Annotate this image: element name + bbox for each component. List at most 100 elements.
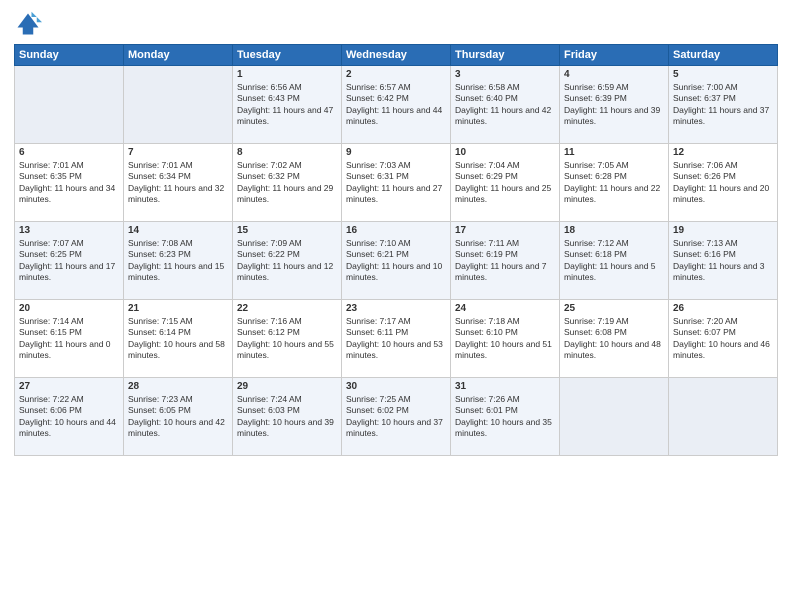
day-number: 20 — [19, 303, 119, 314]
day-number: 14 — [128, 225, 228, 236]
calendar-cell: 6 Sunrise: 7:01 AM Sunset: 6:35 PM Daylig… — [15, 144, 124, 222]
page: SundayMondayTuesdayWednesdayThursdayFrid… — [0, 0, 792, 612]
day-detail: Sunrise: 7:06 AM Sunset: 6:26 PM Dayligh… — [673, 160, 773, 206]
calendar-cell: 24 Sunrise: 7:18 AM Sunset: 6:10 PM Dayli… — [451, 300, 560, 378]
day-detail: Sunrise: 7:01 AM Sunset: 6:35 PM Dayligh… — [19, 160, 119, 206]
calendar-cell: 21 Sunrise: 7:15 AM Sunset: 6:14 PM Dayli… — [124, 300, 233, 378]
day-detail: Sunrise: 7:18 AM Sunset: 6:10 PM Dayligh… — [455, 316, 555, 362]
calendar-cell: 7Sunrise: 7:01 AM Sunset: 6:34 PM Daylig… — [124, 144, 233, 222]
day-number: 8 — [237, 147, 337, 158]
day-detail: Sunrise: 7:11 AM Sunset: 6:19 PM Dayligh… — [455, 238, 555, 284]
day-number: 30 — [346, 381, 446, 392]
day-number: 11 — [564, 147, 664, 158]
day-number: 25 — [564, 303, 664, 314]
day-detail: Sunrise: 7:04 AM Sunset: 6:29 PM Dayligh… — [455, 160, 555, 206]
day-detail: Sunrise: 7:12 AM Sunset: 6:18 PM Dayligh… — [564, 238, 664, 284]
calendar-cell: 10 Sunrise: 7:04 AM Sunset: 6:29 PM Dayli… — [451, 144, 560, 222]
week-row-1: 1 Sunrise: 6:56 AM Sunset: 6:43 PM Daylig… — [15, 66, 778, 144]
day-detail: Sunrise: 7:24 AM Sunset: 6:03 PM Dayligh… — [237, 394, 337, 440]
day-number: 27 — [19, 381, 119, 392]
weekday-tuesday: Tuesday — [233, 45, 342, 66]
calendar-cell: 23 Sunrise: 7:17 AM Sunset: 6:11 PM Dayli… — [342, 300, 451, 378]
day-detail: Sunrise: 7:17 AM Sunset: 6:11 PM Dayligh… — [346, 316, 446, 362]
day-number: 2 — [346, 69, 446, 80]
calendar-cell: 1 Sunrise: 6:56 AM Sunset: 6:43 PM Daylig… — [233, 66, 342, 144]
day-detail: Sunrise: 7:19 AM Sunset: 6:08 PM Dayligh… — [564, 316, 664, 362]
day-number: 28 — [128, 381, 228, 392]
calendar-cell: 13 Sunrise: 7:07 AM Sunset: 6:25 PM Dayli… — [15, 222, 124, 300]
calendar-cell — [15, 66, 124, 144]
day-detail: Sunrise: 7:03 AM Sunset: 6:31 PM Dayligh… — [346, 160, 446, 206]
weekday-header-row: SundayMondayTuesdayWednesdayThursdayFrid… — [15, 45, 778, 66]
day-detail: Sunrise: 7:09 AM Sunset: 6:22 PM Dayligh… — [237, 238, 337, 284]
calendar-cell: 26Sunrise: 7:20 AM Sunset: 6:07 PM Dayli… — [669, 300, 778, 378]
day-detail: Sunrise: 7:20 AM Sunset: 6:07 PM Dayligh… — [673, 316, 773, 362]
calendar-cell: 8 Sunrise: 7:02 AM Sunset: 6:32 PM Daylig… — [233, 144, 342, 222]
day-number: 19 — [673, 225, 773, 236]
calendar-cell — [124, 66, 233, 144]
calendar-cell: 19 Sunrise: 7:13 AM Sunset: 6:16 PM Dayli… — [669, 222, 778, 300]
day-number: 23 — [346, 303, 446, 314]
day-detail: Sunrise: 7:02 AM Sunset: 6:32 PM Dayligh… — [237, 160, 337, 206]
day-number: 10 — [455, 147, 555, 158]
week-row-3: 13 Sunrise: 7:07 AM Sunset: 6:25 PM Dayli… — [15, 222, 778, 300]
day-number: 21 — [128, 303, 228, 314]
calendar-cell: 22 Sunrise: 7:16 AM Sunset: 6:12 PM Dayli… — [233, 300, 342, 378]
calendar-cell: 28 Sunrise: 7:23 AM Sunset: 6:05 PM Dayli… — [124, 378, 233, 456]
day-detail: Sunrise: 6:59 AM Sunset: 6:39 PM Dayligh… — [564, 82, 664, 128]
calendar-cell: 11 Sunrise: 7:05 AM Sunset: 6:28 PM Dayli… — [560, 144, 669, 222]
day-number: 31 — [455, 381, 555, 392]
logo — [14, 10, 46, 38]
day-detail: Sunrise: 7:15 AM Sunset: 6:14 PM Dayligh… — [128, 316, 228, 362]
week-row-4: 20Sunrise: 7:14 AM Sunset: 6:15 PM Dayli… — [15, 300, 778, 378]
day-number: 4 — [564, 69, 664, 80]
day-number: 12 — [673, 147, 773, 158]
calendar-cell: 5Sunrise: 7:00 AM Sunset: 6:37 PM Daylig… — [669, 66, 778, 144]
calendar-cell: 4 Sunrise: 6:59 AM Sunset: 6:39 PM Daylig… — [560, 66, 669, 144]
calendar-cell: 27 Sunrise: 7:22 AM Sunset: 6:06 PM Dayli… — [15, 378, 124, 456]
calendar-cell: 16Sunrise: 7:10 AM Sunset: 6:21 PM Dayli… — [342, 222, 451, 300]
calendar-cell: 31 Sunrise: 7:26 AM Sunset: 6:01 PM Dayli… — [451, 378, 560, 456]
day-detail: Sunrise: 7:26 AM Sunset: 6:01 PM Dayligh… — [455, 394, 555, 440]
day-detail: Sunrise: 6:56 AM Sunset: 6:43 PM Dayligh… — [237, 82, 337, 128]
day-number: 13 — [19, 225, 119, 236]
day-number: 3 — [455, 69, 555, 80]
day-number: 1 — [237, 69, 337, 80]
day-detail: Sunrise: 7:08 AM Sunset: 6:23 PM Dayligh… — [128, 238, 228, 284]
calendar-table: SundayMondayTuesdayWednesdayThursdayFrid… — [14, 44, 778, 456]
calendar-cell: 14 Sunrise: 7:08 AM Sunset: 6:23 PM Dayli… — [124, 222, 233, 300]
weekday-saturday: Saturday — [669, 45, 778, 66]
calendar-cell — [560, 378, 669, 456]
day-number: 17 — [455, 225, 555, 236]
calendar-cell: 18 Sunrise: 7:12 AM Sunset: 6:18 PM Dayli… — [560, 222, 669, 300]
day-detail: Sunrise: 7:13 AM Sunset: 6:16 PM Dayligh… — [673, 238, 773, 284]
day-number: 29 — [237, 381, 337, 392]
day-detail: Sunrise: 7:01 AM Sunset: 6:34 PM Dayligh… — [128, 160, 228, 206]
calendar-cell: 20Sunrise: 7:14 AM Sunset: 6:15 PM Dayli… — [15, 300, 124, 378]
calendar-cell — [669, 378, 778, 456]
calendar-cell: 15 Sunrise: 7:09 AM Sunset: 6:22 PM Dayli… — [233, 222, 342, 300]
calendar-cell: 25 Sunrise: 7:19 AM Sunset: 6:08 PM Dayli… — [560, 300, 669, 378]
day-detail: Sunrise: 7:07 AM Sunset: 6:25 PM Dayligh… — [19, 238, 119, 284]
day-number: 24 — [455, 303, 555, 314]
day-number: 15 — [237, 225, 337, 236]
weekday-monday: Monday — [124, 45, 233, 66]
day-detail: Sunrise: 7:05 AM Sunset: 6:28 PM Dayligh… — [564, 160, 664, 206]
weekday-wednesday: Wednesday — [342, 45, 451, 66]
calendar-cell: 9Sunrise: 7:03 AM Sunset: 6:31 PM Daylig… — [342, 144, 451, 222]
calendar-cell: 30Sunrise: 7:25 AM Sunset: 6:02 PM Dayli… — [342, 378, 451, 456]
day-number: 6 — [19, 147, 119, 158]
header — [14, 10, 778, 38]
day-number: 22 — [237, 303, 337, 314]
calendar-cell: 3 Sunrise: 6:58 AM Sunset: 6:40 PM Daylig… — [451, 66, 560, 144]
day-detail: Sunrise: 6:58 AM Sunset: 6:40 PM Dayligh… — [455, 82, 555, 128]
day-number: 16 — [346, 225, 446, 236]
day-number: 18 — [564, 225, 664, 236]
calendar-cell: 12 Sunrise: 7:06 AM Sunset: 6:26 PM Dayli… — [669, 144, 778, 222]
day-detail: Sunrise: 7:23 AM Sunset: 6:05 PM Dayligh… — [128, 394, 228, 440]
calendar-cell: 17 Sunrise: 7:11 AM Sunset: 6:19 PM Dayli… — [451, 222, 560, 300]
week-row-5: 27 Sunrise: 7:22 AM Sunset: 6:06 PM Dayli… — [15, 378, 778, 456]
weekday-thursday: Thursday — [451, 45, 560, 66]
day-detail: Sunrise: 7:16 AM Sunset: 6:12 PM Dayligh… — [237, 316, 337, 362]
day-detail: Sunrise: 7:22 AM Sunset: 6:06 PM Dayligh… — [19, 394, 119, 440]
